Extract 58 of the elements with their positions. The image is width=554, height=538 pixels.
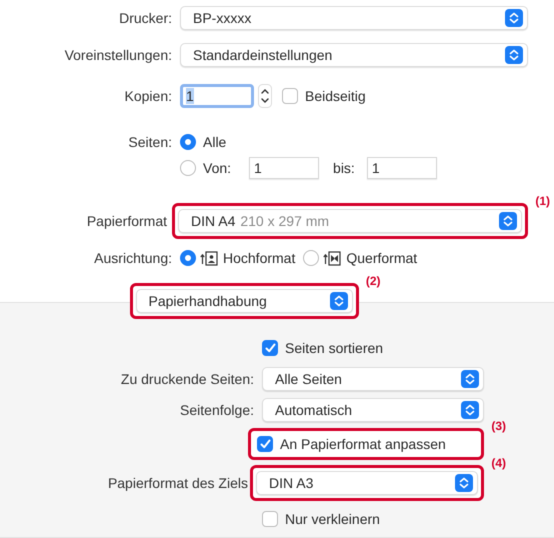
field-label: bis:	[333, 160, 355, 176]
field-label: Papierformat des Ziels	[106, 475, 249, 491]
radio-button[interactable]	[180, 250, 196, 266]
checkbox-label: An Papierformat anpassen	[280, 436, 446, 452]
portrait-page-icon	[200, 250, 218, 266]
popup-value: Papierhandhabung	[148, 293, 267, 309]
field-label: Seiten:	[127, 134, 173, 150]
popup-value: DIN A3	[269, 475, 314, 491]
popup-value: Alle Seiten	[275, 371, 342, 387]
paper-dimensions: 210 x 297 mm	[240, 213, 330, 229]
popup-arrows-icon	[505, 9, 523, 27]
callout-number: (1)	[535, 194, 550, 208]
field-label: Ausrichtung:	[93, 250, 173, 266]
checkbox[interactable]	[282, 88, 298, 104]
callout-number: (4)	[491, 456, 506, 470]
checkbox-label: Beidseitig	[305, 88, 366, 104]
popup-value: DIN A4	[191, 213, 236, 229]
popup-value: Automatisch	[275, 402, 352, 418]
section-popup[interactable]: Papierhandhabung	[136, 289, 352, 313]
landscape-page-icon	[323, 250, 342, 266]
radio-button[interactable]	[303, 250, 320, 266]
popup-arrows-icon	[330, 292, 348, 310]
option-popup[interactable]: Alle Seiten	[262, 367, 484, 391]
checkbox-label: Seiten sortieren	[285, 340, 384, 356]
popup-arrows-icon	[455, 474, 473, 492]
radio-label: Von:	[203, 160, 232, 176]
checkbox[interactable]	[257, 436, 273, 452]
popup-value: BP-xxxxx	[193, 10, 252, 26]
checkbox[interactable]	[262, 340, 278, 356]
radio-label: Hochformat	[223, 250, 296, 266]
radio-button[interactable]	[180, 160, 196, 176]
popup-arrows-icon	[505, 46, 523, 64]
field-label: Kopien:	[124, 88, 173, 104]
field-label: Papierformat	[86, 213, 168, 229]
from-page-field[interactable]: 1	[249, 157, 320, 179]
popup-arrows-icon	[461, 370, 479, 388]
option-popup[interactable]: DIN A3	[256, 471, 478, 495]
popup-arrows-icon	[461, 401, 479, 419]
radio-button[interactable]	[180, 134, 196, 150]
paper-size-popup[interactable]: DIN A4 210 x 297 mm	[178, 209, 522, 233]
field-label: Zu druckende Seiten:	[120, 371, 255, 387]
radio-label: Querformat	[346, 250, 418, 266]
copies-field[interactable]: 1	[180, 84, 254, 108]
stepper-icon[interactable]	[258, 84, 272, 108]
field-label: Seitenfolge:	[179, 402, 255, 418]
callout-number: (3)	[491, 419, 506, 433]
field-label: Voreinstellungen:	[64, 47, 173, 63]
popup-value: Standardeinstellungen	[193, 47, 332, 63]
option-popup[interactable]: Automatisch	[262, 398, 484, 422]
field-label: Drucker:	[118, 10, 173, 26]
checkbox-label: Nur verkleinern	[285, 511, 380, 527]
printer-popup[interactable]: BP-xxxxx	[180, 6, 528, 30]
callout-number: (2)	[366, 274, 380, 288]
checkbox[interactable]	[262, 511, 278, 527]
popup-arrows-icon	[499, 212, 517, 230]
presets-popup[interactable]: Standardeinstellungen	[180, 43, 528, 67]
radio-label: Alle	[203, 134, 226, 150]
to-page-field[interactable]: 1	[366, 157, 437, 179]
